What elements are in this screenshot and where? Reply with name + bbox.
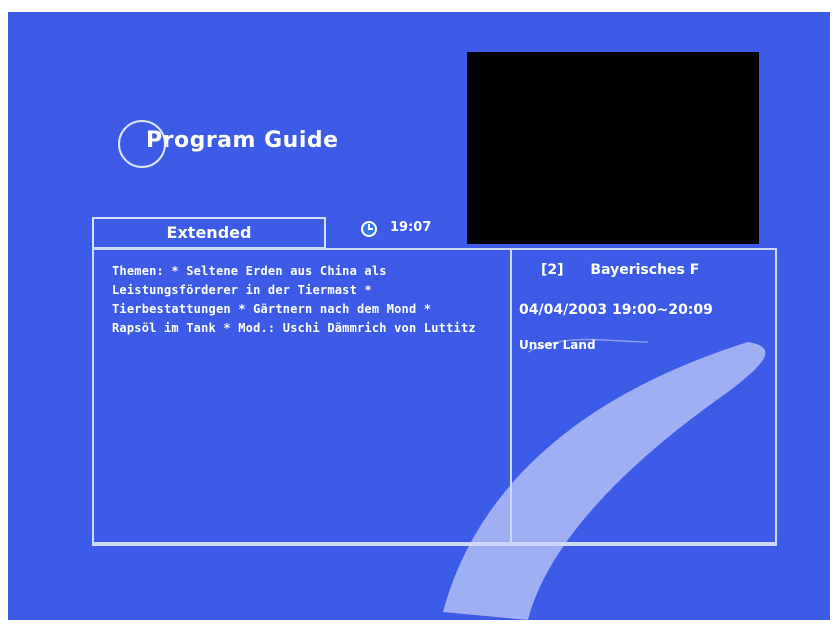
program-description: Themen: * Seltene Erden aus China als Le… [112,264,476,335]
page-title: Program Guide [146,128,339,153]
channel-number: [2] [541,262,564,278]
channel-info: [2] Bayerisches F [541,262,699,278]
tab-extended[interactable]: Extended [92,217,326,249]
clock-time: 19:07 [390,220,432,235]
extended-description-panel: Themen: * Seltene Erden aus China als Le… [92,248,512,544]
channel-name: Bayerisches F [590,262,700,278]
tv-screen: Program Guide Extended 19:07 Themen: * S… [8,12,830,620]
clock-icon [361,221,377,237]
program-name: Unser Land [519,338,596,352]
program-info-panel: [2] Bayerisches F 04/04/2003 19:00~20:09… [511,248,777,544]
program-datetime: 04/04/2003 19:00~20:09 [519,302,713,318]
video-preview-window [467,52,759,244]
bottom-divider [92,544,777,546]
